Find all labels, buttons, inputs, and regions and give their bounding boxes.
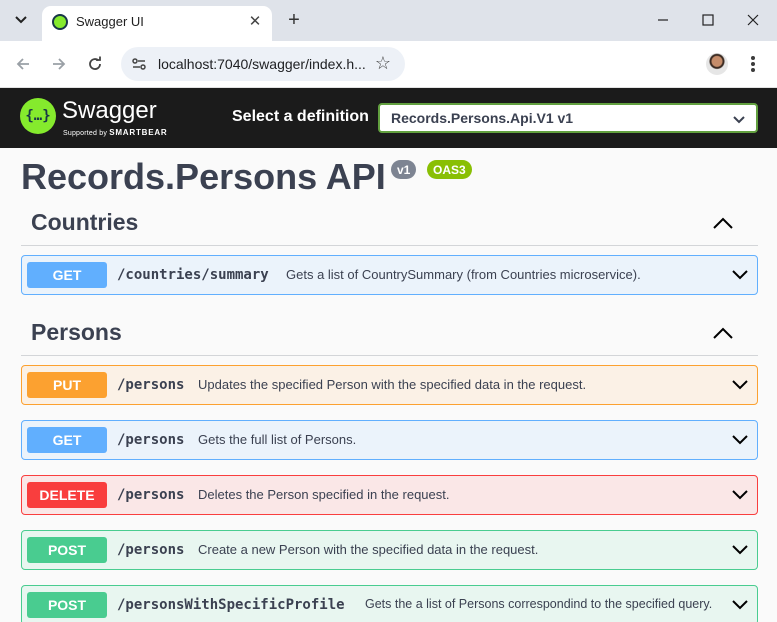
tab-close-icon[interactable]: ✕ <box>246 12 264 30</box>
operation-description: Gets the a list of Persons correspondind… <box>365 597 713 611</box>
close-icon <box>747 14 759 26</box>
definition-selected-value: Records.Persons.Api.V1 v1 <box>391 110 574 126</box>
operation-get-persons[interactable]: GET /persons Gets the full list of Perso… <box>21 420 758 460</box>
swagger-logo-icon[interactable]: {…} <box>20 98 56 134</box>
operation-path: /persons <box>117 432 185 448</box>
method-badge: DELETE <box>27 482 107 508</box>
operation-get-countries-summary[interactable]: GET /countries/summary Gets a list of Co… <box>21 255 758 295</box>
operation-description: Gets a list of CountrySummary (from Coun… <box>286 267 641 282</box>
forward-button[interactable] <box>47 52 71 76</box>
method-badge: GET <box>27 262 107 288</box>
section-title: Countries <box>31 209 139 235</box>
operation-post-persons-with-specific-profile[interactable]: POST /personsWithSpecificProfile Gets th… <box>21 585 758 622</box>
omnibox[interactable]: localhost:7040/swagger/index.h... ☆ <box>121 47 405 81</box>
browser-tab[interactable]: Swagger UI ✕ <box>42 6 272 41</box>
method-badge: POST <box>27 537 107 563</box>
chevron-down-icon[interactable] <box>731 544 749 556</box>
new-tab-button[interactable]: + <box>283 9 305 31</box>
arrow-left-icon <box>16 58 29 70</box>
chevron-up-icon[interactable] <box>712 216 734 230</box>
api-title: Records.Persons API <box>21 156 386 197</box>
maximize-icon <box>702 14 714 26</box>
section-persons-header[interactable]: Persons <box>21 310 758 356</box>
arrow-right-icon <box>53 58 66 70</box>
definition-label: Select a definition <box>232 108 369 125</box>
profile-avatar[interactable] <box>706 53 728 75</box>
method-badge: GET <box>27 427 107 453</box>
operation-path: /persons <box>117 542 185 558</box>
chevron-up-icon[interactable] <box>712 326 734 340</box>
operation-path: /countries/summary <box>117 267 269 283</box>
browser-tab-bar: Swagger UI ✕ + <box>0 0 777 41</box>
chevron-down-icon[interactable] <box>731 489 749 501</box>
reload-icon <box>89 56 101 70</box>
method-badge: PUT <box>27 372 107 398</box>
version-badge: v1 <box>391 160 417 179</box>
tab-search-button[interactable] <box>8 7 34 33</box>
chevron-down-icon <box>733 116 745 124</box>
method-badge: POST <box>27 592 107 618</box>
swagger-main: Records.Persons API v1 OAS3 Countries GE… <box>0 148 777 622</box>
close-window-button[interactable] <box>740 8 766 32</box>
reload-button[interactable] <box>83 52 107 76</box>
operation-description: Updates the specified Person with the sp… <box>198 377 587 392</box>
browser-menu-kebab-icon[interactable] <box>745 53 761 75</box>
back-button[interactable] <box>11 52 35 76</box>
url-text: localhost:7040/swagger/index.h... <box>158 56 366 72</box>
minimize-icon <box>658 19 668 21</box>
operation-description: Deletes the Person specified in the requ… <box>198 487 450 502</box>
chevron-down-icon[interactable] <box>731 269 749 281</box>
operation-post-persons[interactable]: POST /persons Create a new Person with t… <box>21 530 758 570</box>
chevron-down-icon[interactable] <box>731 379 749 391</box>
operation-description: Gets the full list of Persons. <box>198 432 357 447</box>
section-title: Persons <box>31 319 122 345</box>
oas-badge: OAS3 <box>427 160 472 179</box>
swagger-favicon-icon <box>52 14 68 30</box>
address-bar-row: localhost:7040/swagger/index.h... ☆ <box>0 41 777 88</box>
operation-path: /persons <box>117 487 185 503</box>
definition-select[interactable]: Records.Persons.Api.V1 v1 <box>378 103 758 133</box>
swagger-supported-by: Supported by SMARTBEAR <box>63 128 168 137</box>
chevron-down-icon <box>15 16 27 24</box>
operation-path: /personsWithSpecificProfile <box>117 597 345 613</box>
operation-put-persons[interactable]: PUT /persons Updates the specified Perso… <box>21 365 758 405</box>
chevron-down-icon[interactable] <box>731 434 749 446</box>
section-countries-header[interactable]: Countries <box>21 200 758 246</box>
chevron-down-icon[interactable] <box>731 599 749 611</box>
swagger-topbar: {…} Swagger Supported by SMARTBEAR Selec… <box>0 88 777 148</box>
operation-path: /persons <box>117 377 185 393</box>
swagger-brand[interactable]: Swagger <box>62 97 157 125</box>
site-info-icon[interactable] <box>130 55 148 73</box>
operation-delete-persons[interactable]: DELETE /persons Deletes the Person speci… <box>21 475 758 515</box>
operation-description: Create a new Person with the specified d… <box>198 542 539 557</box>
tab-title: Swagger UI <box>76 14 144 29</box>
maximize-button[interactable] <box>695 8 721 32</box>
minimize-button[interactable] <box>650 8 676 32</box>
bookmark-star-icon[interactable]: ☆ <box>375 53 391 74</box>
